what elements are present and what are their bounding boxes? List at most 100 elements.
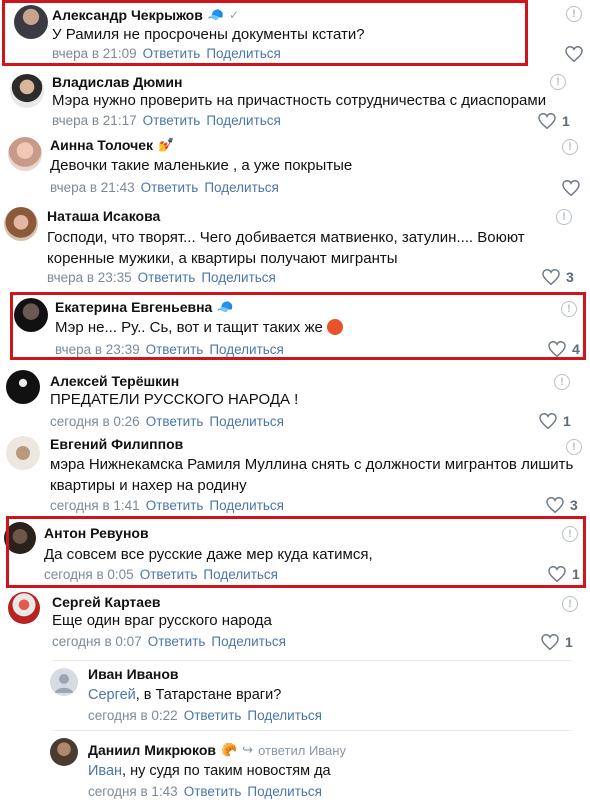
comment: Сергей Картаев Еще один враг русского на… — [0, 590, 590, 654]
comment-text: Девочки такие маленькие , а уже покрытые — [50, 157, 353, 174]
report-icon[interactable]: ! — [562, 139, 578, 155]
like-count: 3 — [570, 497, 578, 513]
highlight-frame — [2, 0, 528, 66]
author-name[interactable]: Иван Иванов — [88, 666, 179, 682]
share-button[interactable]: Поделиться — [247, 784, 322, 799]
like-count: 1 — [565, 634, 573, 650]
comment-meta: сегодня в 1:41 Ответить Поделиться — [50, 498, 284, 513]
reply-button[interactable]: Ответить — [146, 414, 204, 429]
comment-text: ПРЕДАТЕЛИ РУССКОГО НАРОДА ! — [50, 391, 299, 408]
comment: Евгений Филиппов мэра Нижнекамска Рамиля… — [0, 432, 590, 516]
share-button[interactable]: Поделиться — [209, 414, 284, 429]
author-name[interactable]: Наташа Исакова — [47, 208, 160, 224]
like-button[interactable]: 1 — [539, 413, 571, 429]
replied-to-label[interactable]: ответил Ивану — [258, 743, 346, 758]
user-icon — [55, 674, 73, 693]
like-count: 1 — [562, 113, 570, 129]
highlight-frame — [6, 516, 586, 588]
avatar-placeholder[interactable] — [50, 668, 78, 696]
reply-comment: Даниил Микрюков 🥐 ↪ ответил Ивану Иван, … — [0, 730, 590, 800]
comment-text-line-2: коренные мужики, а квартиры получают миг… — [47, 250, 398, 267]
comment-text-line-1: Господи, что творят... Чего добивается м… — [47, 229, 525, 246]
timestamp: вчера в 23:35 — [47, 270, 132, 285]
timestamp: сегодня в 0:22 — [88, 708, 178, 723]
share-button[interactable]: Поделиться — [204, 180, 279, 195]
comment-meta: вчера в 23:35 Ответить Поделиться — [47, 270, 276, 285]
avatar[interactable] — [4, 207, 38, 241]
share-button[interactable]: Поделиться — [201, 270, 276, 285]
avatar[interactable] — [6, 436, 40, 470]
timestamp: сегодня в 0:26 — [50, 414, 140, 429]
croissant-badge-icon: 🥐 — [220, 742, 238, 757]
reply-button[interactable]: Ответить — [143, 113, 201, 128]
comment: Владислав Дюмин Мэра нужно проверить на … — [0, 68, 590, 132]
like-button[interactable]: 1 — [541, 634, 573, 650]
report-icon[interactable]: ! — [566, 6, 582, 22]
like-count: 3 — [566, 269, 574, 285]
reply-button[interactable]: Ответить — [141, 180, 199, 195]
share-button[interactable]: Поделиться — [206, 113, 281, 128]
author-name[interactable]: Алексей Терёшкин — [50, 373, 179, 389]
heart-icon — [546, 497, 564, 513]
comment-meta: вчера в 21:43 Ответить Поделиться — [50, 180, 279, 195]
avatar[interactable] — [6, 370, 40, 404]
share-button[interactable]: Поделиться — [247, 708, 322, 723]
report-icon[interactable]: ! — [566, 439, 582, 455]
avatar[interactable] — [8, 137, 42, 171]
comment: Алексей Терёшкин ПРЕДАТЕЛИ РУССКОГО НАРО… — [0, 368, 590, 432]
mention-link[interactable]: Сергей — [88, 687, 136, 703]
like-button[interactable]: 3 — [542, 269, 574, 285]
like-button[interactable]: 3 — [546, 497, 578, 513]
comment: Наташа Исакова Господи, что творят... Че… — [0, 203, 590, 289]
timestamp: сегодня в 0:07 — [52, 634, 142, 649]
reply-button[interactable]: Ответить — [146, 498, 204, 513]
comment-text: Еще один враг русского народа — [52, 612, 272, 629]
share-button[interactable]: Поделиться — [209, 498, 284, 513]
comment-meta: сегодня в 1:43 Ответить Поделиться — [88, 784, 322, 799]
reply-button[interactable]: Ответить — [148, 634, 206, 649]
report-icon[interactable]: ! — [554, 374, 570, 390]
reply-button[interactable]: Ответить — [138, 270, 196, 285]
report-icon[interactable]: ! — [550, 74, 566, 90]
reply-comment: Иван Иванов Сергей, в Татарстане враги? … — [0, 660, 590, 726]
timestamp: сегодня в 1:43 — [88, 784, 178, 799]
avatar[interactable] — [10, 74, 44, 108]
comment-meta: сегодня в 0:22 Ответить Поделиться — [88, 708, 322, 723]
comment-text: , ну судя по таким новостям да — [122, 763, 331, 779]
heart-icon — [539, 413, 557, 429]
author-name[interactable]: Владислав Дюмин — [52, 74, 182, 90]
like-count: 1 — [563, 413, 571, 429]
author-name[interactable]: Аинна Толочек — [50, 137, 153, 153]
reply-button[interactable]: Ответить — [184, 708, 242, 723]
like-button[interactable]: 1 — [538, 113, 570, 129]
heart-icon — [541, 634, 559, 650]
highlight-frame — [10, 292, 586, 360]
thread-divider — [52, 730, 572, 731]
timestamp: сегодня в 1:41 — [50, 498, 140, 513]
share-button[interactable]: Поделиться — [211, 634, 286, 649]
comment-meta: сегодня в 0:07 Ответить Поделиться — [52, 634, 286, 649]
timestamp: вчера в 21:43 — [50, 180, 135, 195]
comment-text-line-2: квартиры и нахер на родину — [50, 477, 247, 494]
mention-link[interactable]: Иван — [88, 763, 122, 779]
timestamp: вчера в 21:17 — [52, 113, 137, 128]
comment-text: , в Татарстане враги? — [135, 687, 282, 703]
avatar[interactable] — [8, 592, 40, 624]
nail-badge-icon: 💅 — [158, 137, 175, 152]
heart-icon — [565, 46, 583, 62]
report-icon[interactable]: ! — [562, 596, 578, 612]
heart-icon — [538, 113, 556, 129]
avatar[interactable] — [50, 738, 78, 766]
reply-button[interactable]: Ответить — [184, 784, 242, 799]
thread-divider — [52, 660, 572, 661]
comment-text: Мэра нужно проверить на причастность сот… — [52, 92, 547, 109]
heart-icon — [542, 269, 560, 285]
author-name[interactable]: Сергей Картаев — [52, 594, 160, 610]
comment: Аинна Толочек 💅 Девочки такие маленькие … — [0, 133, 590, 199]
comment-meta: вчера в 21:17 Ответить Поделиться — [52, 113, 281, 128]
author-name[interactable]: Даниил Микрюков — [88, 742, 216, 758]
author-name[interactable]: Евгений Филиппов — [50, 436, 183, 452]
like-button[interactable] — [562, 180, 580, 196]
like-button[interactable] — [565, 46, 583, 62]
report-icon[interactable]: ! — [556, 209, 572, 225]
